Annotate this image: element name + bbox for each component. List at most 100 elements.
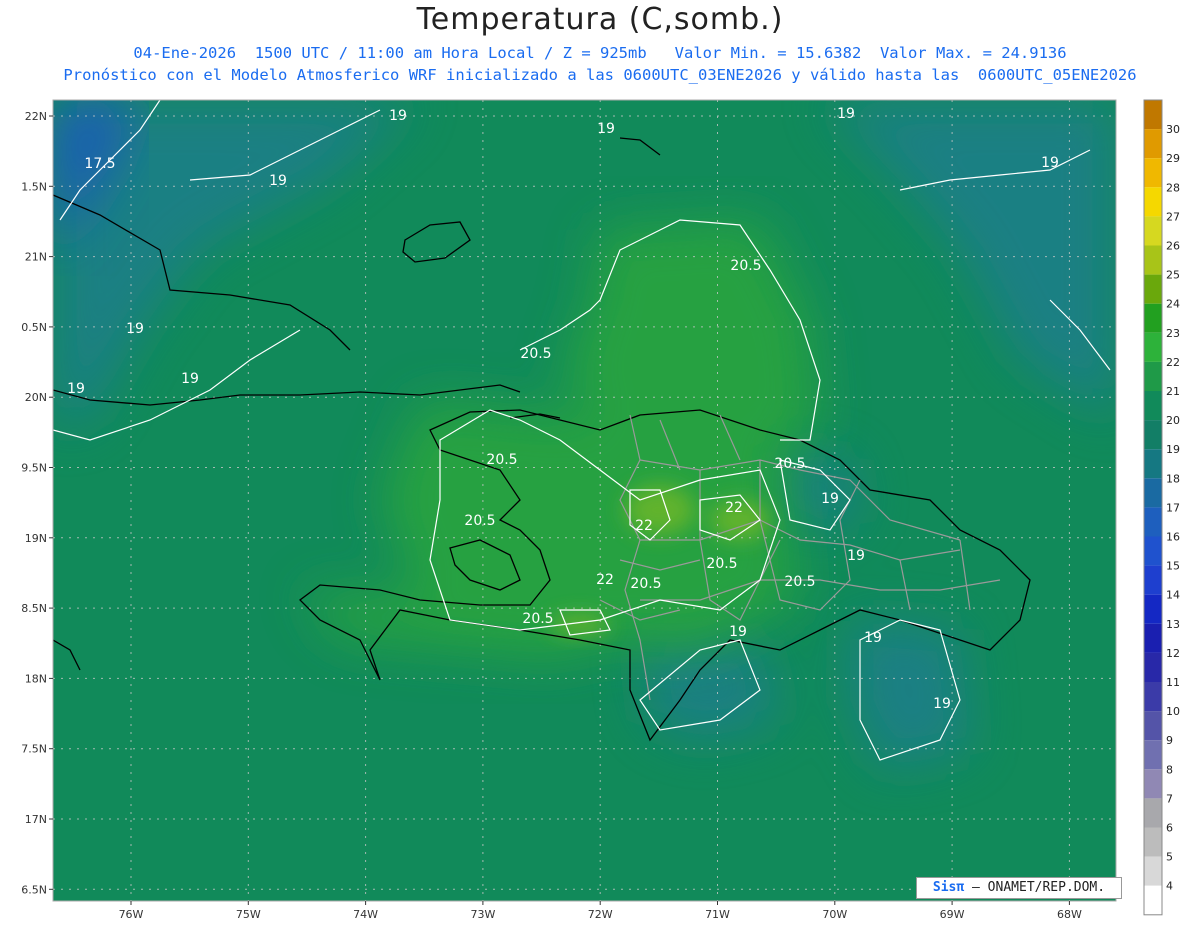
lat-tick-label: 8.5N [21,602,47,615]
colorbar-label: 23 [1166,327,1180,340]
contour-label: 20.5 [784,574,815,590]
colorbar-label: 7 [1166,792,1173,805]
colorbar-swatch [1144,623,1162,653]
colorbar-label: 30 [1166,123,1180,136]
colorbar-swatch [1144,187,1162,217]
contour-label: 19 [389,108,407,124]
colorbar-label: 11 [1166,676,1180,689]
contour-label: 19 [837,106,855,122]
colorbar-swatch [1144,245,1162,275]
lat-tick-label: 21N [25,251,47,264]
subtitle-line-1: 04-Ene-2026 1500 UTC / 11:00 am Hora Loc… [133,44,1067,62]
lon-tick-label: 70W [822,908,847,921]
colorbar-label: 20 [1166,414,1180,427]
lon-tick-label: 75W [236,908,261,921]
credit-text: – ONAMET/REP.DOM. [972,880,1106,895]
colorbar-swatch [1144,274,1162,304]
colorbar: 30 29 28 27 26 25 24 23 22 21 20 19 18 17 16 15 14 13 12 11… [1143,99,1180,916]
credit-box: Sisπ – ONAMET/REP.DOM. [916,877,1122,899]
subtitle-line-2: Pronóstico con el Modelo Atmosferico WRF… [63,66,1137,84]
contour-label: 19 [126,321,144,337]
contour-label: 19 [181,371,199,387]
lat-tick-label: 9.5N [21,462,47,475]
contour-label: 20.5 [520,346,551,362]
colorbar-swatch [1144,652,1162,682]
contour-label: 17.5 [84,156,115,172]
lat-tick-label: 1.5N [21,180,47,193]
colorbar-swatch [1144,158,1162,188]
colorbar-label: 13 [1166,618,1180,631]
colorbar-label: 5 [1166,851,1173,864]
lon-tick-label: 76W [119,908,144,921]
colorbar-label: 26 [1166,240,1180,253]
contour-label: 22 [725,500,743,516]
lat-tick-label: 22N [25,110,47,123]
longitude-axis: 76W 75W 74W 73W 72W 71W 70W 69W 68W [119,901,1082,921]
colorbar-label: 27 [1166,210,1180,223]
colorbar-swatch [1144,420,1162,450]
contour-label: 19 [269,173,287,189]
colorbar-label: 10 [1166,705,1180,718]
colorbar-label: 29 [1166,152,1180,165]
colorbar-label: 17 [1166,501,1180,514]
colorbar-swatch [1144,740,1162,770]
colorbar-swatch [1144,594,1162,624]
colorbar-label: 21 [1166,385,1180,398]
lat-tick-label: 20N [25,391,47,404]
lat-tick-label: 6.5N [21,883,47,896]
colorbar-label: 22 [1166,356,1180,369]
colorbar-swatch [1144,711,1162,741]
colorbar-swatch [1144,303,1162,333]
contour-label: 19 [597,121,615,137]
colorbar-swatch [1144,478,1162,508]
colorbar-label: 28 [1166,181,1180,194]
contour-label: 19 [847,548,865,564]
colorbar-label: 8 [1166,763,1173,776]
lat-tick-label: 7.5N [21,743,47,756]
lat-tick-label: 19N [25,532,47,545]
colorbar-label: 15 [1166,560,1180,573]
colorbar-label: 9 [1166,734,1173,747]
colorbar-swatch [1144,449,1162,479]
colorbar-label: 24 [1166,298,1180,311]
sispi-logo: Sisπ [932,880,965,895]
contour-label: 20.5 [486,452,517,468]
colorbar-swatch [1144,536,1162,566]
colorbar-swatch [1144,129,1162,159]
colorbar-swatch [1144,507,1162,537]
lon-tick-label: 68W [1057,908,1082,921]
colorbar-label: 16 [1166,531,1180,544]
colorbar-swatch [1144,856,1162,886]
lon-tick-label: 74W [353,908,378,921]
contour-label: 20.5 [522,611,553,627]
colorbar-swatch [1144,565,1162,595]
colorbar-swatch [1144,216,1162,246]
lon-tick-label: 72W [588,908,613,921]
colorbar-label: 12 [1166,647,1180,660]
colorbar-swatch [1144,100,1162,130]
contour-label: 19 [67,381,85,397]
colorbar-label: 6 [1166,822,1173,835]
colorbar-swatch [1144,361,1162,391]
lat-tick-label: 17N [25,813,47,826]
contour-label: 19 [729,624,747,640]
colorbar-swatch [1144,391,1162,421]
contour-label: 20.5 [630,576,661,592]
contour-label: 19 [933,696,951,712]
colorbar-label: 4 [1166,880,1173,893]
temperature-map: 19 19 19 19 17.5 19 19 19 19 20.5 20.5 20.5 20.5 20.5… [21,99,1180,921]
contour-label: 19 [864,630,882,646]
contour-label: 22 [596,572,614,588]
colorbar-label: 19 [1166,443,1180,456]
page-title: Temperatura (C,somb.) [416,2,784,37]
contour-label: 22 [635,518,653,534]
contour-label: 20.5 [464,513,495,529]
contour-label: 20.5 [774,456,805,472]
contour-label: 20.5 [730,258,761,274]
colorbar-swatch [1144,827,1162,857]
lat-tick-label: 18N [25,672,47,685]
colorbar-label: 25 [1166,269,1180,282]
latitude-axis: 22N 1.5N 21N 0.5N 20N 9.5N 19N 8.5N 18N 7.5N 17N 6.… [21,110,53,896]
lon-tick-label: 71W [705,908,730,921]
colorbar-swatch [1144,798,1162,828]
